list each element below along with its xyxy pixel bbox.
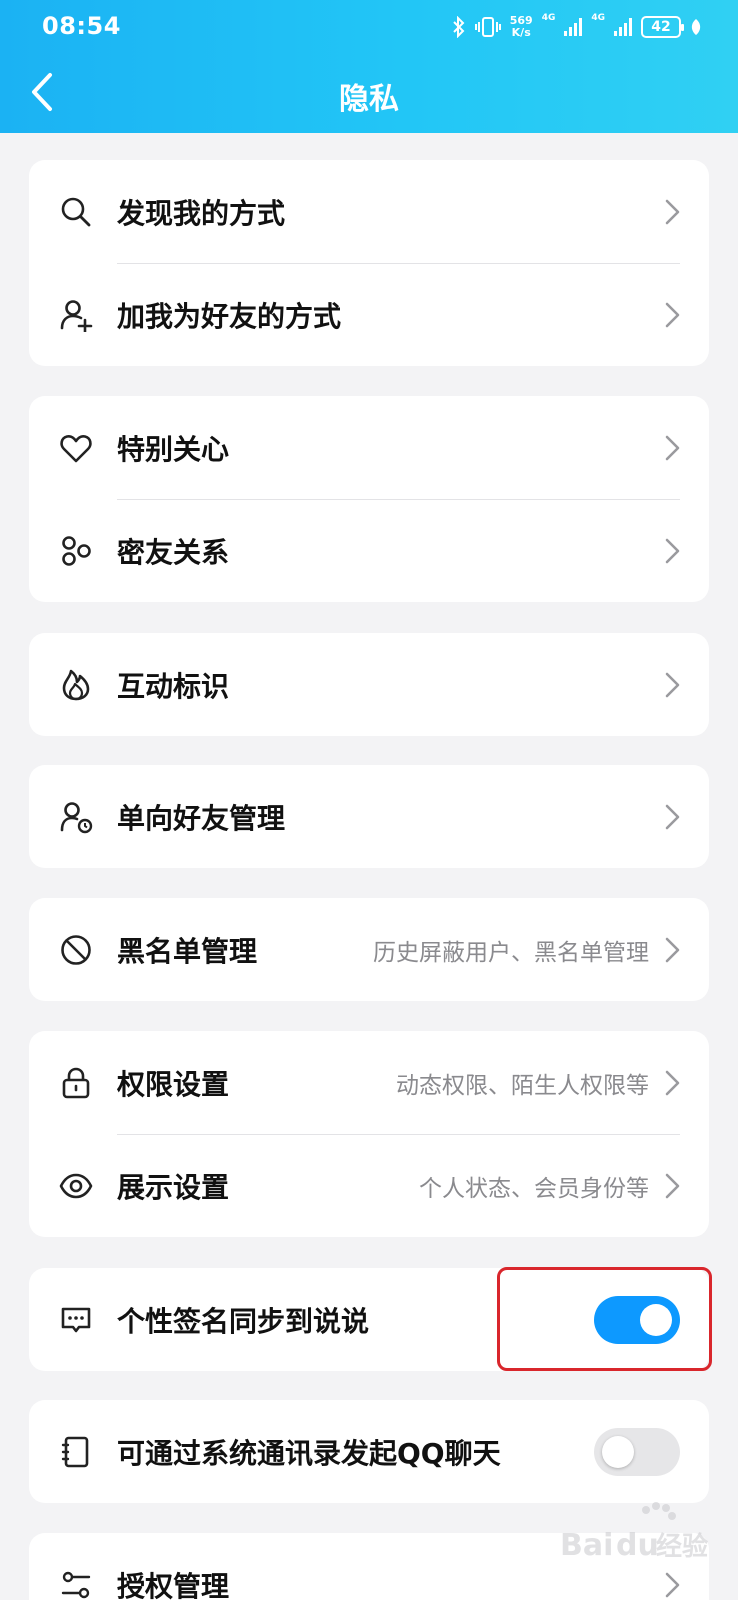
baidu-watermark: Bai du 经验 <box>560 1502 708 1563</box>
eye-icon <box>59 1169 93 1203</box>
section-permissions: 权限设置 动态权限、陌生人权限等 展示设置 个人状态、会员身份等 <box>29 1031 709 1237</box>
search-icon <box>59 195 93 229</box>
item-subtitle: 历史屏蔽用户、黑名单管理 <box>373 939 649 966</box>
item-label: 个性签名同步到说说 <box>117 1304 370 1338</box>
watermark-brand: Bai <box>560 1528 613 1563</box>
heart-icon <box>59 431 93 465</box>
permission-settings-item[interactable]: 权限设置 动态权限、陌生人权限等 <box>29 1031 709 1134</box>
chevron-right-icon <box>665 672 680 697</box>
item-label: 授权管理 <box>117 1569 230 1600</box>
item-subtitle: 动态权限、陌生人权限等 <box>396 1072 649 1099</box>
section-contacts-chat: 可通过系统通讯录发起QQ聊天 <box>29 1400 709 1503</box>
toggle-knob <box>602 1435 634 1468</box>
item-label: 特别关心 <box>117 432 230 466</box>
header-bar: 08:54 569 K/s 4G 4G 42 隐私 <box>0 0 738 133</box>
item-label: 展示设置 <box>117 1170 230 1204</box>
display-settings-item[interactable]: 展示设置 个人状态、会员身份等 <box>29 1134 709 1237</box>
watermark-brand-suffix: du <box>616 1528 659 1563</box>
vibrate-icon <box>474 17 501 37</box>
chevron-right-icon <box>665 1173 680 1198</box>
chevron-right-icon <box>665 1070 680 1095</box>
flame-icon <box>59 668 93 702</box>
blacklist-item[interactable]: 黑名单管理 历史屏蔽用户、黑名单管理 <box>29 898 709 1001</box>
network-speed: 569 K/s <box>509 14 533 39</box>
item-label: 加我为好友的方式 <box>117 299 342 333</box>
watermark-product: 经验 <box>656 1531 708 1562</box>
chevron-right-icon <box>665 538 680 563</box>
item-label: 发现我的方式 <box>117 196 286 230</box>
interaction-mark-item[interactable]: 互动标识 <box>29 633 709 736</box>
sim2-label: 4G <box>591 13 605 23</box>
section-relationships: 特别关心 密友关系 <box>29 396 709 602</box>
paw-logo-icon <box>642 1502 676 1520</box>
message-icon <box>59 1303 93 1337</box>
item-label: 密友关系 <box>117 535 230 569</box>
one-way-friend-icon <box>59 800 93 834</box>
bluetooth-icon <box>453 16 465 38</box>
add-friend-method-item[interactable]: 加我为好友的方式 <box>29 263 709 366</box>
item-label: 权限设置 <box>117 1067 230 1101</box>
close-friends-icon <box>59 534 93 568</box>
section-blacklist: 黑名单管理 历史屏蔽用户、黑名单管理 <box>29 898 709 1001</box>
battery-indicator: 42 <box>641 16 684 38</box>
status-bar: 08:54 569 K/s 4G 4G 42 <box>0 0 738 56</box>
one-way-friend-item[interactable]: 单向好友管理 <box>29 765 709 868</box>
chevron-right-icon <box>665 302 680 327</box>
close-friends-item[interactable]: 密友关系 <box>29 499 709 602</box>
contacts-chat-toggle[interactable] <box>594 1427 680 1476</box>
discover-me-item[interactable]: 发现我的方式 <box>29 160 709 263</box>
signal-2-icon <box>614 18 632 36</box>
contacts-chat-item: 可通过系统通讯录发起QQ聊天 <box>29 1400 709 1503</box>
block-icon <box>59 933 93 967</box>
item-subtitle: 个人状态、会员身份等 <box>419 1175 649 1202</box>
item-label: 可通过系统通讯录发起QQ聊天 <box>117 1436 501 1470</box>
add-friend-icon <box>59 298 93 332</box>
chevron-right-icon <box>665 199 680 224</box>
highlight-annotation <box>497 1267 712 1371</box>
section-interaction: 互动标识 <box>29 633 709 736</box>
sim1-label: 4G <box>541 13 556 23</box>
contacts-book-icon <box>59 1435 93 1469</box>
item-label: 黑名单管理 <box>117 934 258 968</box>
status-indicators: 569 K/s 4G 4G 42 <box>452 12 702 42</box>
leaf-icon <box>691 19 701 35</box>
item-label: 互动标识 <box>117 669 230 703</box>
section-discovery: 发现我的方式 加我为好友的方式 <box>29 160 709 366</box>
section-one-way: 单向好友管理 <box>29 765 709 868</box>
chevron-right-icon <box>665 804 680 829</box>
chevron-right-icon <box>665 435 680 460</box>
chevron-right-icon <box>665 1572 680 1597</box>
item-label: 单向好友管理 <box>117 801 286 835</box>
status-time: 08:54 <box>42 12 121 40</box>
signal-1-icon <box>564 18 583 36</box>
special-care-item[interactable]: 特别关心 <box>29 396 709 499</box>
authorization-icon <box>59 1568 93 1600</box>
lock-icon <box>59 1066 93 1100</box>
page-title: 隐私 <box>339 82 399 117</box>
chevron-right-icon <box>665 937 680 962</box>
